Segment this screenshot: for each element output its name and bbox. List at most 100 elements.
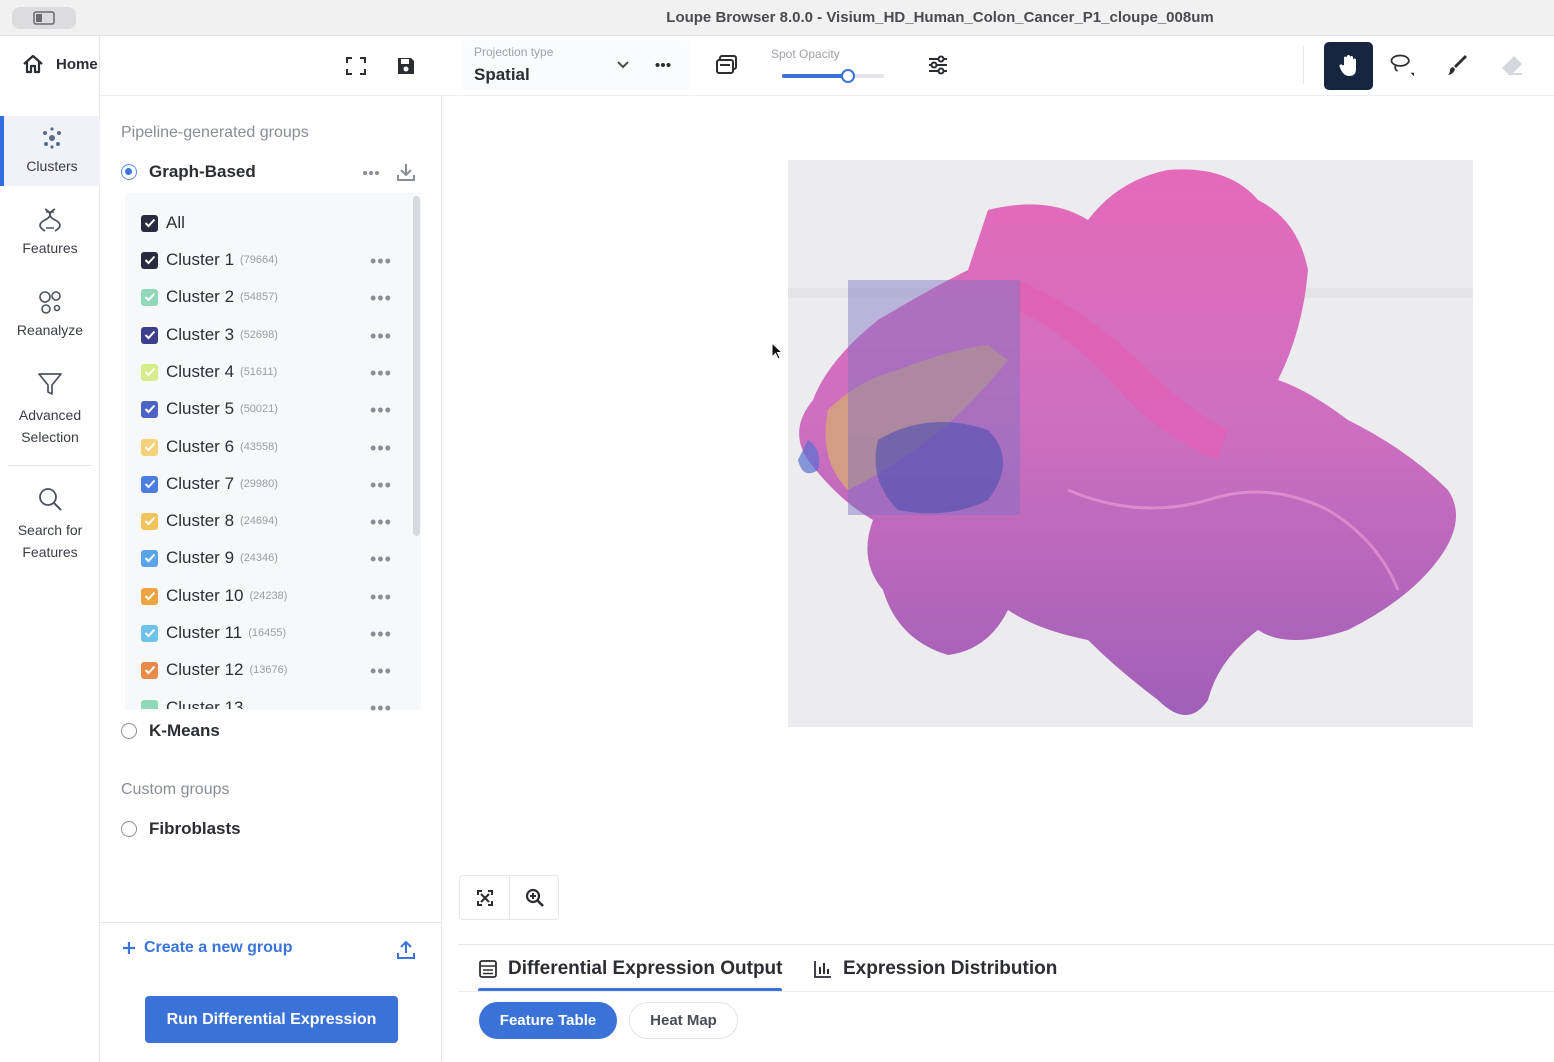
rail-item-clusters[interactable]: Clusters xyxy=(0,116,100,186)
sidebar-toggle-button[interactable] xyxy=(12,7,76,29)
eraser-icon xyxy=(1502,56,1522,75)
more-icon xyxy=(363,171,379,175)
cluster-more-button[interactable]: ••• xyxy=(370,439,392,457)
check-icon xyxy=(144,553,155,563)
cluster-more-button[interactable]: ••• xyxy=(370,588,392,606)
cluster-more-button[interactable]: ••• xyxy=(370,327,392,345)
rail-item-search-features[interactable]: Search for Features xyxy=(0,485,100,563)
cluster-list-scrollbar[interactable] xyxy=(413,196,420,536)
home-link[interactable]: Home xyxy=(22,54,98,74)
check-icon xyxy=(144,404,155,414)
cluster-checkbox[interactable] xyxy=(141,288,158,306)
feature-table-button[interactable]: Feature Table xyxy=(479,1002,617,1039)
graph-based-label: Graph-Based xyxy=(149,162,256,181)
cluster-more-button[interactable]: ••• xyxy=(370,289,392,307)
cluster-more-button[interactable]: ••• xyxy=(370,476,392,494)
cluster-checkbox[interactable] xyxy=(141,475,158,493)
cluster-checkbox[interactable] xyxy=(141,251,158,269)
upload-groups-button[interactable] xyxy=(393,937,419,963)
create-group-link[interactable]: Create a new group xyxy=(122,939,292,957)
save-button[interactable] xyxy=(393,53,419,79)
rail-item-reanalyze[interactable]: Reanalyze xyxy=(0,288,100,338)
cluster-checkbox[interactable] xyxy=(141,326,158,344)
rail-item-features[interactable]: Features xyxy=(0,206,100,256)
cluster-row[interactable]: Cluster 11 (16455) xyxy=(141,622,286,644)
projection-type-label: Projection type xyxy=(474,45,554,59)
cluster-row[interactable]: Cluster 3 (52698) xyxy=(141,324,278,346)
cluster-13-more[interactable]: ••• xyxy=(370,699,392,717)
cluster-more-button[interactable]: ••• xyxy=(370,513,392,531)
checkbox-all[interactable] xyxy=(141,214,158,232)
radio-unselected[interactable] xyxy=(121,821,137,837)
cluster-checkbox[interactable] xyxy=(141,549,158,567)
clusters-icon xyxy=(43,127,61,149)
cluster-row[interactable]: Cluster 9 (24346) xyxy=(141,547,278,569)
cluster-checkbox[interactable] xyxy=(141,512,158,530)
zoom-in-button[interactable] xyxy=(522,885,548,911)
lasso-tool-button[interactable] xyxy=(1388,52,1414,78)
fit-view-icon xyxy=(477,890,493,906)
graph-based-more-button[interactable] xyxy=(358,160,384,186)
checkbox-cluster-13[interactable] xyxy=(141,700,158,709)
cluster-count: (16455) xyxy=(248,627,287,639)
cluster-row[interactable]: Cluster 8 (24694) xyxy=(141,510,278,532)
run-differential-expression-button[interactable]: Run Differential Expression xyxy=(145,996,398,1043)
search-icon xyxy=(39,488,62,511)
rail-label-features-2: Features xyxy=(22,544,78,560)
cluster-row[interactable]: Cluster 2 (54857) xyxy=(141,286,278,308)
tab-differential-expression[interactable]: Differential Expression Output xyxy=(478,958,782,980)
projection-more-button[interactable] xyxy=(650,52,676,78)
brush-tool-button[interactable] xyxy=(1444,52,1470,78)
cluster-row[interactable]: Cluster 7 (29980) xyxy=(141,473,278,495)
cluster-more-button[interactable]: ••• xyxy=(370,662,392,680)
cluster-row[interactable]: Cluster 5 (50021) xyxy=(141,398,278,420)
cluster-more-button[interactable]: ••• xyxy=(370,401,392,419)
fit-view-button[interactable] xyxy=(472,885,498,911)
cluster-more-button[interactable]: ••• xyxy=(370,364,392,382)
cluster-checkbox[interactable] xyxy=(141,438,158,456)
heat-map-button[interactable]: Heat Map xyxy=(629,1002,738,1039)
cluster-row[interactable]: Cluster 1 (79664) xyxy=(141,249,278,271)
graph-based-option[interactable]: Graph-Based xyxy=(121,162,256,182)
title-bar: Loupe Browser 8.0.0 - Visium_HD_Human_Co… xyxy=(0,0,1554,36)
fibroblasts-option[interactable]: Fibroblasts xyxy=(121,819,241,839)
cluster-checkbox[interactable] xyxy=(141,363,158,381)
projection-dropdown-toggle[interactable] xyxy=(610,52,636,78)
cluster-row[interactable]: Cluster 6 (43558) xyxy=(141,436,278,458)
spot-opacity-slider[interactable] xyxy=(782,69,884,83)
rail-item-advanced-selection[interactable]: Advanced Selection xyxy=(0,370,100,448)
cluster-count: (50021) xyxy=(240,403,278,415)
radio-selected[interactable] xyxy=(121,164,137,180)
cluster-row[interactable]: Cluster 4 (51611) xyxy=(141,361,277,383)
plus-icon xyxy=(123,942,135,954)
cluster-checkbox[interactable] xyxy=(141,587,158,605)
kmeans-option[interactable]: K-Means xyxy=(121,721,220,741)
cluster-more-button[interactable]: ••• xyxy=(370,550,392,568)
dna-icon xyxy=(39,208,61,232)
tab-expression-distribution-label: Expression Distribution xyxy=(843,958,1058,979)
bottom-panel-divider xyxy=(458,944,1554,945)
layers-button[interactable] xyxy=(714,52,740,78)
pan-tool-button[interactable] xyxy=(1324,42,1373,90)
radio-unselected[interactable] xyxy=(121,723,137,739)
cluster-more-button[interactable]: ••• xyxy=(370,625,392,643)
eraser-tool-button[interactable] xyxy=(1499,52,1525,78)
download-groups-button[interactable] xyxy=(393,159,419,185)
sidebar-icon xyxy=(33,11,55,25)
check-icon xyxy=(144,442,155,452)
toolbar-divider xyxy=(1303,46,1304,84)
tissue-image[interactable] xyxy=(788,160,1473,727)
cluster-row-all[interactable]: All xyxy=(141,212,185,234)
fullscreen-button[interactable] xyxy=(343,53,369,79)
settings-sliders-button[interactable] xyxy=(925,52,951,78)
cluster-checkbox[interactable] xyxy=(141,624,158,642)
cluster-checkbox[interactable] xyxy=(141,661,158,679)
cluster-row[interactable]: Cluster 10 (24238) xyxy=(141,585,287,607)
cluster-row-13-partial[interactable]: Cluster 13 xyxy=(141,696,243,709)
cluster-count: (24694) xyxy=(240,515,278,527)
spot-opacity-handle[interactable] xyxy=(841,69,856,83)
cluster-checkbox[interactable] xyxy=(141,400,158,418)
tab-expression-distribution[interactable]: Expression Distribution xyxy=(813,958,1057,980)
cluster-more-button[interactable]: ••• xyxy=(370,252,392,270)
cluster-row[interactable]: Cluster 12 (13676) xyxy=(141,659,287,681)
